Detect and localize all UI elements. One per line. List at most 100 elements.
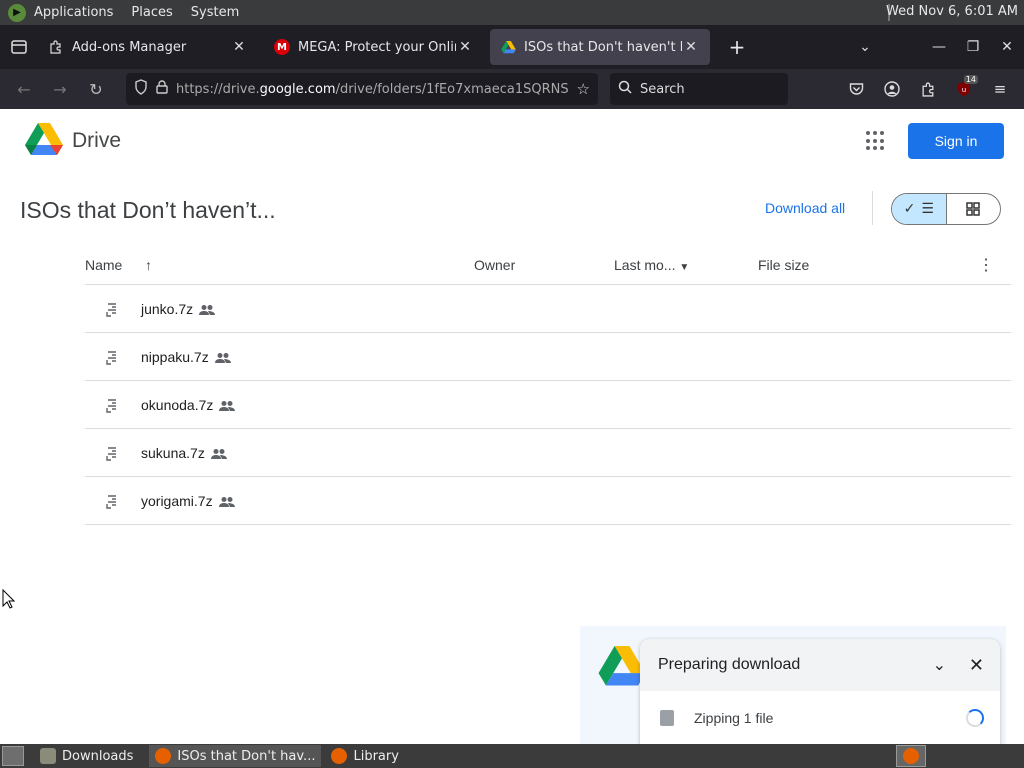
mouse-cursor-icon — [2, 589, 16, 609]
back-arrow-icon[interactable]: ← — [6, 73, 42, 105]
tab-title: MEGA: Protect your Online Privacy — [298, 39, 456, 55]
tab-mega[interactable]: M MEGA: Protect your Online Privacy ✕ — [264, 29, 484, 65]
drive-product-name[interactable]: Drive — [72, 129, 121, 153]
taskbar-item-library[interactable]: Library — [325, 745, 404, 767]
window-controls: ⌄ — ❐ ✕ — [848, 25, 1024, 69]
mega-icon: M — [274, 39, 290, 55]
show-desktop-icon[interactable] — [2, 746, 24, 766]
folder-title: ISOs that Don’t haven’t... — [20, 197, 276, 223]
taskbar-item-label: Library — [353, 748, 399, 764]
column-file-size[interactable]: File size — [758, 257, 809, 273]
tab-title: Add-ons Manager — [72, 39, 187, 55]
tab-close-icon[interactable]: ✕ — [456, 39, 474, 55]
google-apps-grid-icon[interactable] — [866, 131, 886, 151]
tab-close-icon[interactable]: ✕ — [682, 39, 700, 55]
drive-page: Drive Sign in ISOs that Don’t haven’t...… — [0, 109, 1024, 744]
file-name[interactable]: yorigami.7z — [141, 493, 235, 509]
google-drive-icon — [500, 39, 516, 55]
hamburger-menu-icon[interactable]: ≡ — [982, 73, 1018, 105]
google-drive-logo-icon[interactable] — [25, 123, 63, 157]
toast-header: Preparing download ⌄ ✕ — [640, 639, 1000, 691]
search-input[interactable]: Search — [610, 73, 788, 105]
clock[interactable]: Wed Nov 6, 6:01 AM — [886, 4, 1018, 19]
column-name[interactable]: Name — [85, 257, 122, 273]
url-bar[interactable]: https://drive.google.com/drive/folders/1… — [126, 73, 598, 105]
archive-file-icon — [106, 495, 116, 509]
dropdown-caret-icon: ▼ — [679, 261, 690, 273]
distro-logo-icon[interactable]: ▶ — [8, 3, 26, 22]
shield-icon[interactable] — [134, 79, 148, 99]
close-icon[interactable]: ✕ — [969, 655, 984, 676]
table-row[interactable]: okunoda.7z — [85, 381, 1011, 429]
grid-view-button[interactable] — [947, 194, 1001, 224]
forward-arrow-icon[interactable]: → — [42, 73, 78, 105]
reload-icon[interactable]: ↻ — [78, 73, 114, 105]
restore-icon[interactable]: ❐ — [956, 39, 990, 55]
column-last-modified[interactable]: Last mo... ▼ — [614, 257, 689, 273]
archive-file-icon — [106, 303, 116, 317]
menu-system[interactable]: System — [191, 5, 239, 20]
url-text: https://drive.google.com/drive/folders/1… — [176, 81, 569, 97]
toast-status: Zipping 1 file — [694, 710, 774, 726]
ublock-badge-count: 14 — [963, 75, 978, 84]
tray-firefox-icon[interactable] — [896, 745, 926, 767]
bookmark-star-icon[interactable]: ☆ — [577, 80, 590, 98]
tab-google-drive[interactable]: ISOs that Don't haven't been ✕ — [490, 29, 710, 65]
table-header: Name ↑ Owner Last mo... ▼ File size ⋮ — [85, 245, 1011, 285]
google-drive-watermark-icon — [598, 646, 646, 686]
new-tab-button[interactable]: + — [722, 35, 752, 59]
table-row[interactable]: yorigami.7z — [85, 477, 1011, 525]
file-name[interactable]: sukuna.7z — [141, 445, 227, 461]
file-name[interactable]: nippaku.7z — [141, 349, 231, 365]
svg-text:u: u — [962, 86, 966, 94]
collapse-chevron-icon[interactable]: ⌄ — [933, 655, 946, 675]
firefox-icon — [331, 748, 348, 764]
toast-body: Zipping 1 file — [640, 691, 1000, 744]
sign-in-button[interactable]: Sign in — [908, 123, 1004, 159]
table-row[interactable]: nippaku.7z — [85, 333, 1011, 381]
lock-icon[interactable] — [156, 80, 168, 98]
minimize-icon[interactable]: — — [922, 39, 956, 55]
document-icon — [660, 710, 674, 726]
grid-icon — [966, 202, 980, 216]
menu-places[interactable]: Places — [131, 5, 172, 20]
taskbar-item-browser[interactable]: ISOs that Don't hav... — [149, 745, 322, 767]
list-icon: ☰ — [921, 201, 934, 217]
search-icon — [618, 80, 632, 98]
download-all-button[interactable]: Download all — [765, 200, 845, 216]
file-name[interactable]: junko.7z — [141, 301, 216, 317]
checkmark-icon: ✓ — [903, 201, 916, 217]
more-options-icon[interactable]: ⋮ — [978, 255, 994, 275]
search-placeholder: Search — [640, 81, 685, 97]
column-owner[interactable]: Owner — [474, 257, 515, 273]
list-view-button[interactable]: ✓ ☰ — [892, 194, 947, 224]
view-toggle: ✓ ☰ — [891, 193, 1001, 225]
taskbar-item-label: Downloads — [62, 748, 134, 764]
toolbar-icons: u 14 ≡ — [838, 73, 1018, 105]
list-all-tabs-icon[interactable] — [0, 25, 38, 69]
file-name[interactable]: okunoda.7z — [141, 397, 236, 413]
pocket-icon[interactable] — [838, 73, 874, 105]
taskbar-item-downloads[interactable]: Downloads — [34, 745, 139, 767]
loading-spinner-icon — [966, 709, 984, 727]
tab-addons-manager[interactable]: Add-ons Manager ✕ — [38, 29, 258, 65]
tab-close-icon[interactable]: ✕ — [230, 39, 248, 55]
puzzle-icon — [48, 39, 64, 55]
extensions-icon[interactable] — [910, 73, 946, 105]
sort-arrow-up-icon[interactable]: ↑ — [145, 257, 152, 273]
ublock-origin-icon[interactable]: u 14 — [946, 73, 982, 105]
menu-applications[interactable]: Applications — [34, 5, 113, 20]
close-window-icon[interactable]: ✕ — [990, 39, 1024, 55]
firefox-icon — [155, 748, 172, 764]
shared-people-icon — [219, 400, 236, 411]
taskbar-item-label: ISOs that Don't hav... — [177, 748, 316, 764]
table-row[interactable]: junko.7z — [85, 285, 1011, 333]
desktop-top-panel: ▶ Applications Places System Wed Nov 6, … — [0, 0, 1024, 25]
browser-nav-bar: ← → ↻ https://drive.google.com/drive/fol… — [0, 69, 1024, 109]
tab-title: ISOs that Don't haven't been — [524, 39, 682, 55]
file-table: Name ↑ Owner Last mo... ▼ File size ⋮ ju… — [85, 245, 1011, 525]
account-icon[interactable] — [874, 73, 910, 105]
download-toast: Preparing download ⌄ ✕ Zipping 1 file — [640, 639, 1000, 744]
chevron-down-icon[interactable]: ⌄ — [848, 39, 882, 55]
table-row[interactable]: sukuna.7z — [85, 429, 1011, 477]
